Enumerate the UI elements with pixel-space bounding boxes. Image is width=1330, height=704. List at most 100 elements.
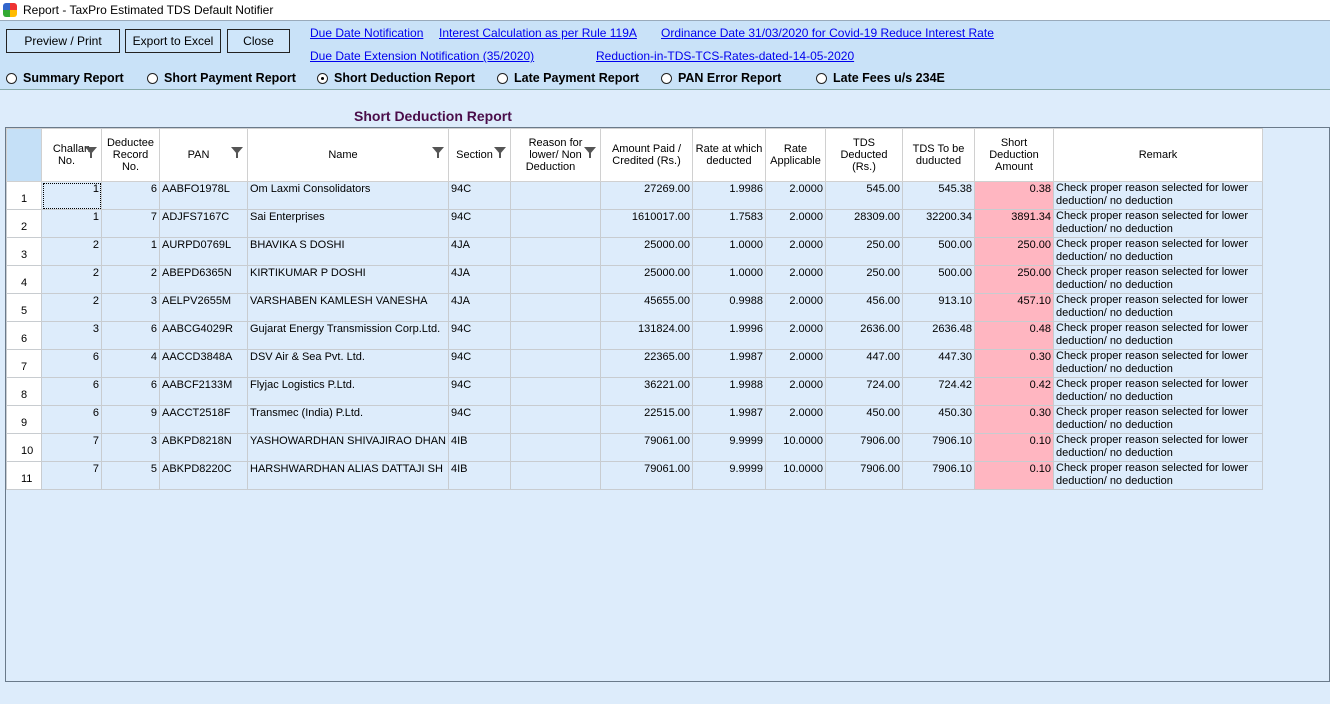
pan-cell: ADJFS7167C	[159, 209, 248, 238]
remark-cell: Check proper reason selected for lower d…	[1053, 433, 1263, 462]
section-cell: 4IB	[448, 461, 511, 490]
row-number-cell[interactable]: 5	[6, 293, 42, 322]
amount-paid-cell: 22515.00	[600, 405, 693, 434]
reason-cell	[510, 181, 601, 210]
row-number-cell[interactable]: 7	[6, 349, 42, 378]
name-cell: Flyjac Logistics P.Ltd.	[247, 377, 449, 406]
column-header-tds-deducted-rs[interactable]: TDS Deducted (Rs.)	[825, 128, 903, 182]
deductee-record-no-cell: 6	[101, 181, 160, 210]
filter-icon[interactable]	[432, 147, 444, 158]
radio-late-payment-report[interactable]: Late Payment Report	[497, 71, 639, 85]
radio-short-deduction-report[interactable]: Short Deduction Report	[317, 71, 475, 85]
link-due-date-notification[interactable]: Due Date Notification	[310, 26, 423, 40]
section-cell: 94C	[448, 377, 511, 406]
table-row[interactable]: 10 7 3 ABKPD8218N YASHOWARDHAN SHIVAJIRAO DH…	[6, 433, 1263, 462]
pan-cell: ABKPD8218N	[159, 433, 248, 462]
column-header-rate-at-which-deducted[interactable]: Rate at which deducted	[692, 128, 766, 182]
deductee-record-no-cell: 3	[101, 433, 160, 462]
row-number-cell[interactable]: 10	[6, 433, 42, 462]
row-number-cell[interactable]: 1	[6, 181, 42, 210]
report-title: Short Deduction Report	[354, 108, 512, 124]
row-number-cell[interactable]: 9	[6, 405, 42, 434]
rate-applicable-cell: 2.0000	[765, 349, 826, 378]
column-header-amount-paid-credited-rs[interactable]: Amount Paid / Credited (Rs.)	[600, 128, 693, 182]
column-header-rate-applicable[interactable]: Rate Applicable	[765, 128, 826, 182]
challan-no-cell: 2	[41, 293, 102, 322]
preview-print-button[interactable]: Preview / Print	[6, 29, 120, 53]
rate-deducted-cell: 9.9999	[692, 433, 766, 462]
amount-paid-cell: 27269.00	[600, 181, 693, 210]
section-cell: 4JA	[448, 237, 511, 266]
table-row[interactable]: 6 3 6 AABCG4029R Gujarat Energy Transmission…	[6, 321, 1263, 350]
export-excel-button[interactable]: Export to Excel	[125, 29, 221, 53]
radio-icon	[497, 72, 508, 84]
amount-paid-cell: 79061.00	[600, 461, 693, 490]
amount-paid-cell: 22365.00	[600, 349, 693, 378]
rate-deducted-cell: 1.7583	[692, 209, 766, 238]
reason-cell	[510, 237, 601, 266]
challan-no-cell: 3	[41, 321, 102, 350]
column-header-challan-no[interactable]: Challan No.	[41, 128, 102, 182]
link-due-date-extension[interactable]: Due Date Extension Notification (35/2020…	[310, 49, 534, 63]
table-row[interactable]: 5 2 3 AELPV2655M VARSHABEN KAMLESH VANESHA 4J…	[6, 293, 1263, 322]
column-header-tds-to-be-duducted[interactable]: TDS To be duducted	[902, 128, 975, 182]
table-row[interactable]: 3 2 1 AURPD0769L BHAVIKA S DOSHI 4JA 25000.00 1…	[6, 237, 1263, 266]
row-number-cell[interactable]: 3	[6, 237, 42, 266]
close-button[interactable]: Close	[227, 29, 290, 53]
name-cell: Om Laxmi Consolidators	[247, 181, 449, 210]
column-header-short-deduction-amount[interactable]: Short Deduction Amount	[974, 128, 1054, 182]
column-header-remark[interactable]: Remark	[1053, 128, 1263, 182]
table-row[interactable]: 2 1 7 ADJFS7167C Sai Enterprises 94C 1610017.0…	[6, 209, 1263, 238]
filter-icon[interactable]	[231, 147, 243, 158]
column-header-deductee-record-no[interactable]: Deductee Record No.	[101, 128, 160, 182]
table-row[interactable]: 8 6 6 AABCF2133M Flyjac Logistics P.Ltd. 94C 3…	[6, 377, 1263, 406]
radio-late-fees-234e[interactable]: Late Fees u/s 234E	[816, 71, 945, 85]
column-header-name[interactable]: Name	[247, 128, 449, 182]
radio-icon	[661, 72, 672, 84]
row-number-cell[interactable]: 2	[6, 209, 42, 238]
rate-applicable-cell: 2.0000	[765, 181, 826, 210]
short-deduction-amount-cell: 0.30	[974, 405, 1054, 434]
section-cell: 94C	[448, 209, 511, 238]
deductee-record-no-cell: 6	[101, 321, 160, 350]
tds-to-be-deducted-cell: 724.42	[902, 377, 975, 406]
filter-icon[interactable]	[494, 147, 506, 158]
tds-deducted-cell: 250.00	[825, 265, 903, 294]
column-header-section[interactable]: Section	[448, 128, 511, 182]
tds-to-be-deducted-cell: 913.10	[902, 293, 975, 322]
rate-applicable-cell: 2.0000	[765, 237, 826, 266]
remark-cell: Check proper reason selected for lower d…	[1053, 461, 1263, 490]
tds-deducted-cell: 545.00	[825, 181, 903, 210]
filter-icon[interactable]	[584, 147, 596, 158]
table-row[interactable]: 4 2 2 ABEPD6365N KIRTIKUMAR P DOSHI 4JA 25000.…	[6, 265, 1263, 294]
column-header-reason-for-lower-non-deduction[interactable]: Reason for lower/ Non Deduction	[510, 128, 601, 182]
reason-cell	[510, 377, 601, 406]
tds-deducted-cell: 7906.00	[825, 461, 903, 490]
radio-short-payment-report[interactable]: Short Payment Report	[147, 71, 296, 85]
column-header-pan[interactable]: PAN	[159, 128, 248, 182]
name-cell: BHAVIKA S DOSHI	[247, 237, 449, 266]
row-number-cell[interactable]: 6	[6, 321, 42, 350]
filter-icon[interactable]	[85, 147, 97, 158]
radio-label: Late Fees u/s 234E	[833, 71, 945, 85]
pan-cell: AURPD0769L	[159, 237, 248, 266]
tds-to-be-deducted-cell: 7906.10	[902, 461, 975, 490]
link-ordinance-date[interactable]: Ordinance Date 31/03/2020 for Covid-19 R…	[661, 26, 994, 40]
row-number-cell[interactable]: 11	[6, 461, 42, 490]
amount-paid-cell: 25000.00	[600, 237, 693, 266]
column-header-label: Amount Paid / Credited (Rs.)	[611, 143, 682, 167]
link-interest-calculation[interactable]: Interest Calculation as per Rule 119A	[439, 26, 637, 40]
rate-deducted-cell: 1.9996	[692, 321, 766, 350]
table-row[interactable]: 1 1 6 AABFO1978L Om Laxmi Consolidators 94C 27…	[6, 181, 1263, 210]
name-cell: YASHOWARDHAN SHIVAJIRAO DHAN	[247, 433, 449, 462]
column-header-label: Name	[328, 149, 358, 161]
table-row[interactable]: 7 6 4 AACCD3848A DSV Air & Sea Pvt. Ltd. 94C 2…	[6, 349, 1263, 378]
row-number-cell[interactable]: 4	[6, 265, 42, 294]
row-number-cell[interactable]: 8	[6, 377, 42, 406]
radio-pan-error-report[interactable]: PAN Error Report	[661, 71, 781, 85]
link-reduction-rates[interactable]: Reduction-in-TDS-TCS-Rates-dated-14-05-2…	[596, 49, 854, 63]
radio-summary-report[interactable]: Summary Report	[6, 71, 124, 85]
table-row[interactable]: 11 7 5 ABKPD8220C HARSHWARDHAN ALIAS DATTAJI…	[6, 461, 1263, 490]
table-row[interactable]: 9 6 9 AACCT2518F Transmec (India) P.Ltd. 94C 2…	[6, 405, 1263, 434]
rate-deducted-cell: 1.9988	[692, 377, 766, 406]
